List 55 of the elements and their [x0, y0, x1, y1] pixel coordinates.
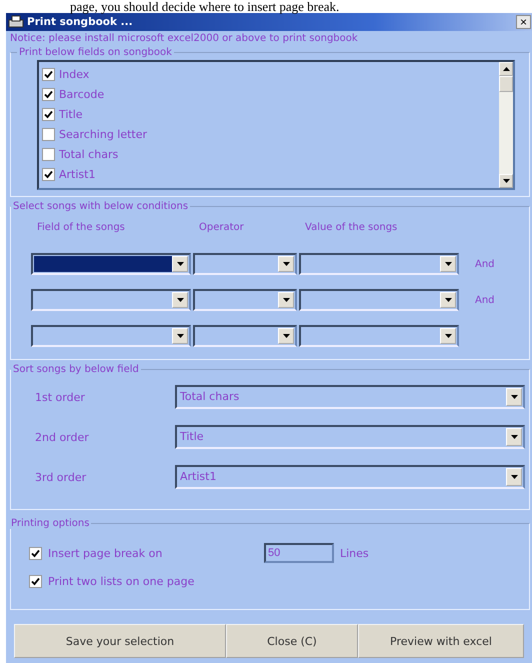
field-list[interactable]: Index Barcode Title Searching letter Total chars Artist1: [37, 60, 515, 190]
lines-input[interactable]: 50: [264, 543, 334, 563]
field-combo[interactable]: [31, 289, 191, 311]
window-title: Print songbook ...: [27, 16, 134, 28]
joiner-label: And: [474, 258, 496, 270]
checkbox[interactable]: [29, 546, 42, 560]
order-label: 1st order: [34, 390, 86, 404]
checkbox[interactable]: [42, 128, 55, 140]
order-label: 2nd order: [34, 430, 90, 444]
operator-combo[interactable]: [193, 289, 297, 311]
printer-icon: [8, 15, 24, 29]
joiner-label: And: [474, 294, 496, 306]
field-combo[interactable]: [31, 253, 191, 275]
option-label: Print two lists on one page: [48, 574, 196, 588]
checkbox[interactable]: [29, 574, 42, 588]
field-label: Index: [59, 68, 90, 80]
checkbox[interactable]: [42, 148, 55, 160]
group-title: Select songs with below conditions: [12, 201, 190, 212]
order-label: 3rd order: [34, 470, 88, 484]
order-combo[interactable]: Title: [175, 425, 525, 449]
group-title: Printing options: [10, 518, 90, 529]
value-combo[interactable]: [299, 253, 459, 275]
column-label: Operator: [198, 221, 245, 235]
field-label: Title: [59, 108, 83, 120]
operator-combo[interactable]: [193, 325, 297, 347]
group-title: Print below fields on songbook: [18, 47, 173, 58]
checkbox[interactable]: [42, 168, 55, 180]
close-button[interactable]: ×: [516, 15, 531, 29]
field-label: Artist1: [59, 168, 96, 180]
operator-combo[interactable]: [193, 253, 297, 275]
field-label: Total chars: [59, 148, 118, 160]
value-combo[interactable]: [299, 289, 459, 311]
checkbox[interactable]: [42, 108, 55, 120]
option-label: Insert page break on: [48, 546, 164, 560]
notice-text: Notice: please install microsoft excel2000 or above to print songbook: [9, 32, 359, 46]
field-label: Searching letter: [59, 128, 148, 140]
up-arrow-icon[interactable]: [502, 67, 510, 71]
column-label: Field of the songs: [36, 221, 126, 235]
page-text: page, you should decide where to insert page break.: [69, 0, 340, 13]
scroll-thumb[interactable]: [499, 76, 513, 92]
unit-label: Lines: [340, 546, 369, 560]
order-combo[interactable]: Total chars: [175, 385, 525, 409]
field-label: Barcode: [59, 88, 104, 100]
order-combo[interactable]: Artist1: [175, 465, 525, 489]
dialog-button[interactable]: Close (C): [226, 624, 358, 658]
column-label: Value of the songs: [304, 221, 398, 235]
dialog-button[interactable]: Save your selection: [14, 624, 226, 658]
field-combo[interactable]: [31, 325, 191, 347]
value-combo[interactable]: [299, 325, 459, 347]
group-title: Sort songs by below field: [12, 364, 140, 375]
checkbox[interactable]: [42, 68, 55, 80]
checkbox[interactable]: [42, 88, 55, 100]
down-arrow-icon[interactable]: [502, 179, 510, 183]
scrollbar[interactable]: [499, 62, 513, 188]
dialog-button[interactable]: Preview with excel: [358, 624, 524, 658]
